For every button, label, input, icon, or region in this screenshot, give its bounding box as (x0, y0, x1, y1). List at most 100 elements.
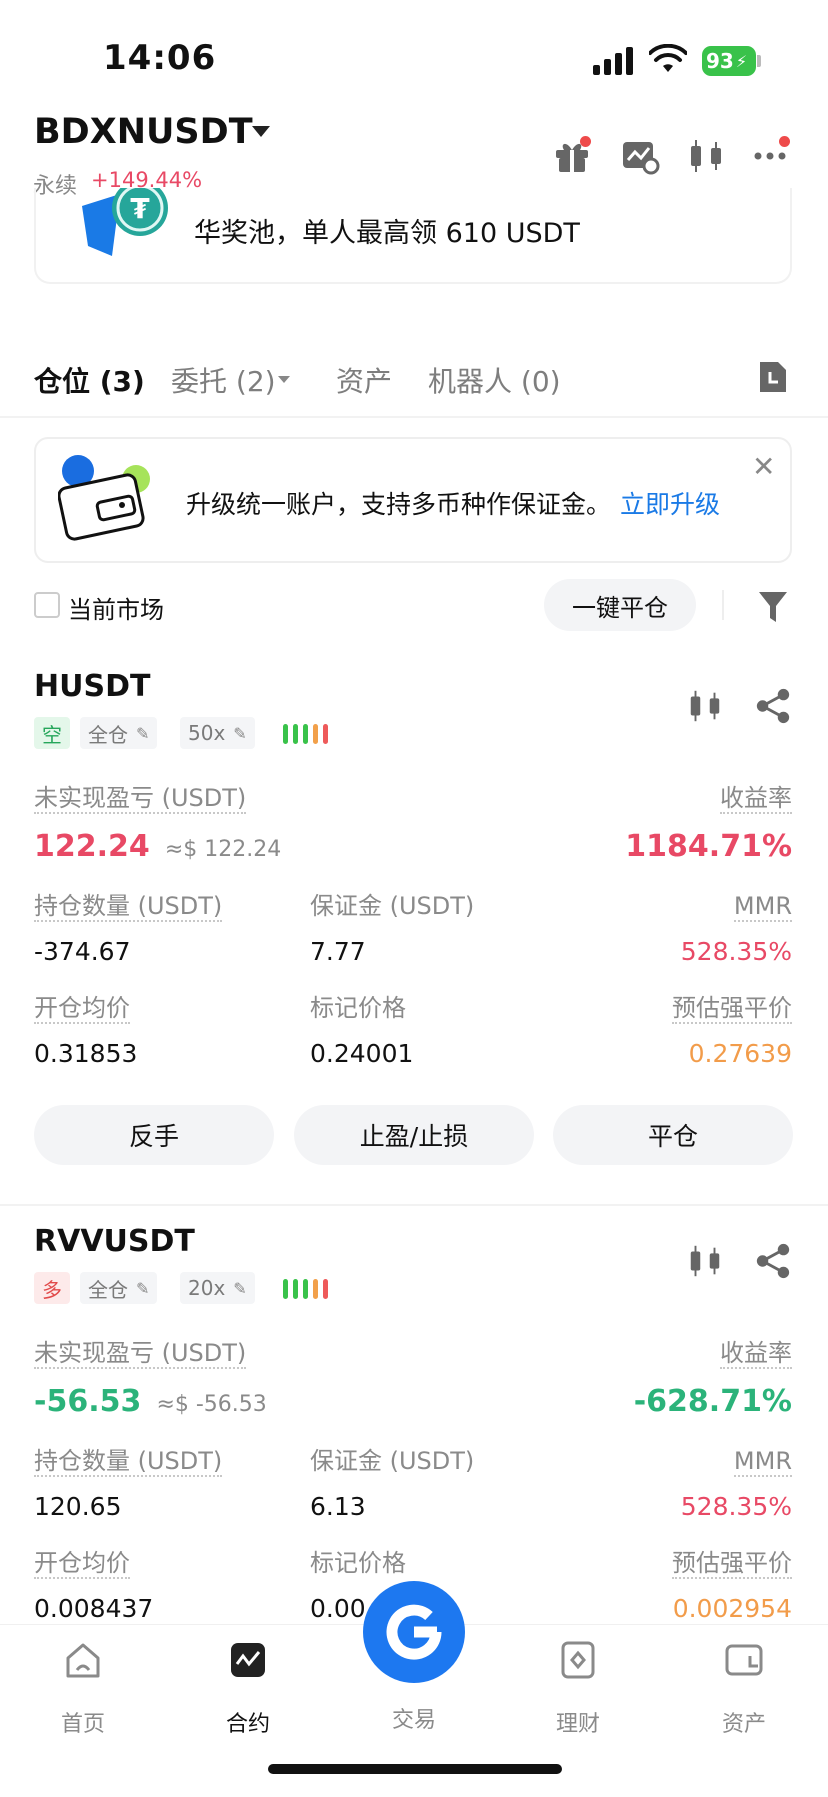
entry-price-label[interactable]: 开仓均价 (34, 994, 130, 1024)
battery-level: 93 (706, 49, 734, 73)
chevron-down-icon[interactable] (252, 126, 270, 137)
current-market-label[interactable]: 当前市场 (68, 590, 164, 625)
size-label[interactable]: 持仓数量 (USDT) (34, 892, 223, 922)
edit-icon: ✎ (136, 723, 150, 743)
leverage-tag[interactable]: 50x ✎ (180, 717, 255, 749)
mark-price-value: 0.00 (310, 1594, 366, 1623)
pair-title[interactable]: BDXNUSDT (34, 112, 253, 152)
upgrade-link[interactable]: 立即升级 (620, 485, 720, 521)
entry-price-value: 0.008437 (34, 1594, 154, 1623)
candlestick-icon[interactable] (686, 687, 724, 725)
side-tag: 空 (34, 717, 70, 749)
filter-icon[interactable] (758, 590, 788, 624)
margin-mode-label: 全仓 (88, 1277, 128, 1302)
nav-trade-label: 交易 (391, 1708, 436, 1733)
nav-futures-label: 合约 (225, 1712, 270, 1737)
banner-text: 华奖池，单人最高领 610 USDT (194, 218, 580, 249)
mmr-value: 528.35% (680, 937, 792, 966)
unrealized-pnl-label[interactable]: 未实现盈亏 (USDT) (34, 784, 247, 814)
wallet-icon (725, 1644, 763, 1676)
liq-price-value: 0.27639 (688, 1039, 792, 1068)
adl-risk-indicator (283, 722, 343, 744)
tab-orders[interactable]: 委托 (2) (171, 360, 276, 400)
chevron-down-icon[interactable] (278, 376, 290, 383)
mmr-value: 528.35% (680, 1492, 792, 1521)
position-symbol[interactable]: RVVUSDT (34, 1224, 195, 1259)
leverage-label: 50x (188, 721, 226, 745)
chart-settings-icon[interactable] (620, 136, 660, 176)
reverse-button[interactable]: 反手 (34, 1105, 274, 1165)
unrealized-pnl-usd: ≈$ -56.53 (156, 1392, 267, 1417)
edit-icon: ✎ (136, 1278, 150, 1298)
trade-icon (386, 1604, 442, 1660)
liq-price-label[interactable]: 预估强平价 (672, 1549, 792, 1579)
close-all-button[interactable]: 一键平仓 (544, 579, 696, 631)
roe-value: -628.71% (633, 1384, 792, 1419)
tab-assets[interactable]: 资产 (336, 360, 392, 400)
nav-assets-label: 资产 (721, 1712, 766, 1737)
nav-futures[interactable]: 合约 (188, 1640, 308, 1738)
tabs-divider (0, 416, 828, 418)
share-icon[interactable] (754, 1242, 792, 1280)
edit-icon: ✎ (233, 1278, 247, 1298)
wifi-icon (649, 44, 687, 72)
unrealized-pnl-label[interactable]: 未实现盈亏 (USDT) (34, 1339, 247, 1369)
card-divider (0, 1204, 828, 1206)
svg-text:₮: ₮ (130, 192, 150, 225)
nav-earn[interactable]: 理财 (518, 1640, 638, 1738)
adl-risk-indicator (283, 1277, 343, 1299)
current-market-checkbox[interactable] (34, 592, 60, 618)
entry-price-value: 0.31853 (34, 1039, 138, 1068)
position-card: HUSDT 空 全仓 ✎ 50x ✎ 未实现盈亏 (USDT) 收益率 122.24… (0, 665, 828, 1185)
nav-earn-label: 理财 (555, 1712, 600, 1737)
nav-assets[interactable]: 资产 (684, 1640, 804, 1738)
roe-label[interactable]: 收益率 (720, 784, 792, 814)
roe-label[interactable]: 收益率 (720, 1339, 792, 1369)
size-label[interactable]: 持仓数量 (USDT) (34, 1447, 223, 1477)
close-position-button[interactable]: 平仓 (553, 1105, 793, 1165)
history-doc-icon[interactable] (758, 360, 788, 394)
entry-price-label[interactable]: 开仓均价 (34, 1549, 130, 1579)
margin-mode-tag[interactable]: 全仓 ✎ (80, 717, 158, 749)
leverage-tag[interactable]: 20x ✎ (180, 1272, 255, 1304)
mmr-label[interactable]: MMR (733, 1447, 792, 1477)
roe-value: 1184.71% (625, 829, 792, 864)
margin-label: 保证金 (USDT) (310, 1447, 475, 1475)
margin-label: 保证金 (USDT) (310, 892, 475, 920)
status-time: 14:06 (103, 38, 217, 78)
liq-price-label[interactable]: 预估强平价 (672, 994, 792, 1024)
margin-mode-tag[interactable]: 全仓 ✎ (80, 1272, 158, 1304)
leverage-label: 20x (188, 1276, 226, 1300)
side-tag: 多 (34, 1272, 70, 1304)
home-icon (66, 1643, 100, 1678)
margin-value: 7.77 (310, 937, 366, 966)
earn-icon (561, 1641, 595, 1679)
mark-price-label: 标记价格 (310, 1549, 406, 1577)
trade-fab-button[interactable] (363, 1581, 465, 1683)
upgrade-text: 升级统一账户，支持多币种作保证金。 (186, 490, 612, 519)
wallet-illustration-icon (58, 455, 150, 541)
position-card: RVVUSDT 多 全仓 ✎ 20x ✎ 未实现盈亏 (USDT) 收益率 -56.… (0, 1220, 828, 1623)
cellular-signal-icon (593, 47, 633, 75)
close-icon[interactable]: ✕ (752, 450, 775, 483)
home-indicator (268, 1764, 562, 1774)
size-value: -374.67 (34, 937, 131, 966)
margin-mode-label: 全仓 (88, 722, 128, 747)
margin-value: 6.13 (310, 1492, 366, 1521)
candlestick-icon[interactable] (686, 1242, 724, 1280)
position-symbol[interactable]: HUSDT (34, 669, 150, 704)
candlestick-icon[interactable] (686, 136, 726, 176)
battery-tip (757, 55, 761, 67)
tp-sl-button[interactable]: 止盈/止损 (294, 1105, 534, 1165)
nav-home[interactable]: 首页 (23, 1640, 143, 1738)
size-value: 120.65 (34, 1492, 122, 1521)
usdt-coin-icon: ₮ (82, 188, 168, 256)
battery-indicator: 93 ⚡ (702, 46, 756, 76)
mmr-label[interactable]: MMR (733, 892, 792, 922)
unrealized-pnl-value: -56.53 (34, 1384, 142, 1419)
liq-price-value: 0.002954 (672, 1594, 792, 1623)
edit-icon: ✎ (233, 723, 247, 743)
share-icon[interactable] (754, 687, 792, 725)
tab-bots[interactable]: 机器人 (0) (428, 360, 561, 400)
tab-positions[interactable]: 仓位 (3) (34, 360, 145, 400)
